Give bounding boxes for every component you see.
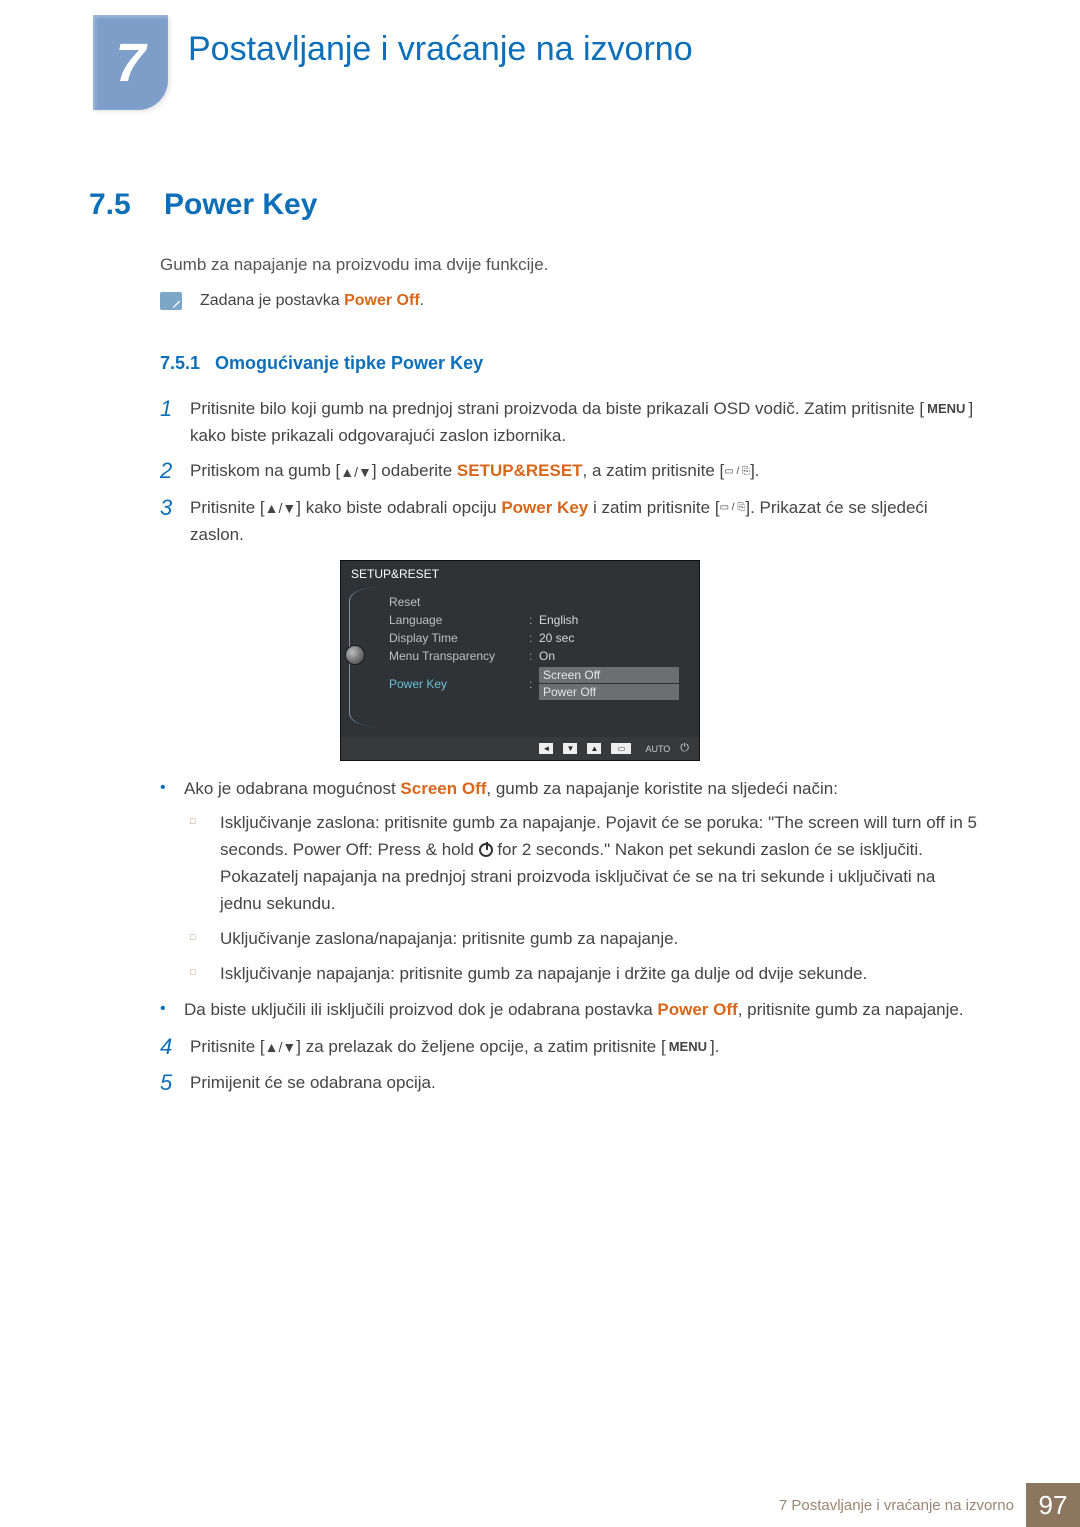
section-heading: 7.5 Power Key xyxy=(89,188,317,222)
step-number: 1 xyxy=(160,395,190,449)
step-5: 5 Primijenit će se odabrana opcija. xyxy=(160,1069,980,1098)
step-2: 2 Pritiskom na gumb [▲/▼] odaberite SETU… xyxy=(160,457,980,486)
step-number: 2 xyxy=(160,457,190,486)
bullet-list-1: • Ako je odabrana mogućnost Screen Off, … xyxy=(160,775,980,1023)
subsection-heading: 7.5.1 Omogućivanje tipke Power Key xyxy=(160,353,483,374)
osd-footer: ◄ ▼ ▲ ▭ AUTO ⏻ xyxy=(341,737,699,760)
osd-row-language: Language : English xyxy=(389,611,689,629)
chapter-header: 7 Postavljanje i vraćanje na izvorno xyxy=(93,15,693,110)
osd-row-power-key: Power Key : Screen Off Power Off xyxy=(389,665,689,703)
step-body: Pritisnite [▲/▼] kako biste odabrali opc… xyxy=(190,494,980,548)
section-title: Power Key xyxy=(164,188,317,222)
subsection-number: 7.5.1 xyxy=(160,353,215,374)
step-body: Pritisnite bilo koji gumb na prednjoj st… xyxy=(190,395,980,449)
osd-up-icon: ▲ xyxy=(587,743,601,754)
note-prefix: Zadana je postavka xyxy=(200,292,344,309)
bullet-screen-off: • Ako je odabrana mogućnost Screen Off, … xyxy=(160,775,980,802)
osd-title: SETUP&RESET xyxy=(341,561,699,587)
note-row: Zadana je postavka Power Off. xyxy=(160,292,424,310)
note-icon xyxy=(160,292,182,310)
footer-page-number: 97 xyxy=(1026,1483,1080,1527)
osd-left-icon: ◄ xyxy=(539,743,553,754)
chapter-badge: 7 xyxy=(93,15,168,110)
subbullet-marker: □ xyxy=(190,809,220,918)
accent-power-off: Power Off xyxy=(657,1000,737,1019)
step-body: Primijenit će se odabrana opcija. xyxy=(190,1069,436,1098)
nav-icon: ▭ / ⎘ xyxy=(720,500,746,516)
subbullet-2: □ Uključivanje zaslona/napajanja: pritis… xyxy=(190,925,980,952)
osd-row-display-time: Display Time : 20 sec xyxy=(389,629,689,647)
step-body: Pritisnite [▲/▼] za prelazak do željene … xyxy=(190,1033,719,1062)
menu-label: MENU xyxy=(666,1037,710,1058)
subbullet-3: □ Isključivanje napajanja: pritisnite gu… xyxy=(190,960,980,987)
step-1: 1 Pritisnite bilo koji gumb na prednjoj … xyxy=(160,395,980,449)
menu-label: MENU xyxy=(924,399,968,420)
note-value: Power Off xyxy=(344,292,420,309)
page-footer: 7 Postavljanje i vraćanje na izvorno 97 xyxy=(0,1483,1080,1527)
osd-option-power-off: Power Off xyxy=(539,684,679,700)
section-number: 7.5 xyxy=(89,188,159,222)
step-number: 5 xyxy=(160,1069,190,1098)
subsection-title: Omogućivanje tipke Power Key xyxy=(215,353,483,374)
note-suffix: . xyxy=(420,292,424,309)
arrows-icon: ▲/▼ xyxy=(265,1036,297,1058)
accent-screen-off: Screen Off xyxy=(400,779,486,798)
subbullet-1: □ Isključivanje zaslona: pritisnite gumb… xyxy=(190,809,980,918)
subbullet-marker: □ xyxy=(190,925,220,952)
note-text: Zadana je postavka Power Off. xyxy=(200,292,424,310)
osd-power-icon: ⏻ xyxy=(680,742,689,755)
osd-auto-label: AUTO xyxy=(645,744,670,754)
step-3: 3 Pritisnite [▲/▼] kako biste odabrali o… xyxy=(160,494,980,548)
arrows-icon: ▲/▼ xyxy=(340,461,372,483)
accent-power-key: Power Key xyxy=(501,498,588,517)
step-4: 4 Pritisnite [▲/▼] za prelazak do željen… xyxy=(160,1033,980,1062)
nav-icon: ▭ / ⎘ xyxy=(724,464,750,480)
osd-panel: SETUP&RESET Reset Language : English Dis… xyxy=(340,560,700,761)
osd-enter-icon: ▭ xyxy=(611,743,631,754)
steps-list: 1 Pritisnite bilo koji gumb na prednjoj … xyxy=(160,395,980,1106)
power-icon xyxy=(479,843,493,857)
osd-row-transparency: Menu Transparency : On xyxy=(389,647,689,665)
bullet-marker: • xyxy=(160,996,184,1023)
intro-text: Gumb za napajanje na proizvodu ima dvije… xyxy=(160,255,548,275)
bullet-power-off: • Da biste uključili ili isključili proi… xyxy=(160,996,980,1023)
osd-body: Reset Language : English Display Time : … xyxy=(341,587,699,737)
subbullet-marker: □ xyxy=(190,960,220,987)
step-body: Pritiskom na gumb [▲/▼] odaberite SETUP&… xyxy=(190,457,760,486)
bullet-marker: • xyxy=(160,775,184,802)
accent-setup-reset: SETUP&RESET xyxy=(457,461,583,480)
chapter-number: 7 xyxy=(115,32,145,94)
osd-row-reset: Reset xyxy=(389,593,689,611)
osd-option-screen-off: Screen Off xyxy=(539,667,679,683)
step-number: 4 xyxy=(160,1033,190,1062)
step-number: 3 xyxy=(160,494,190,548)
arrows-icon: ▲/▼ xyxy=(265,497,297,519)
osd-down-icon: ▼ xyxy=(563,743,577,754)
chapter-title: Postavljanje i vraćanje na izvorno xyxy=(188,30,693,69)
footer-title: 7 Postavljanje i vraćanje na izvorno xyxy=(779,1497,1014,1514)
